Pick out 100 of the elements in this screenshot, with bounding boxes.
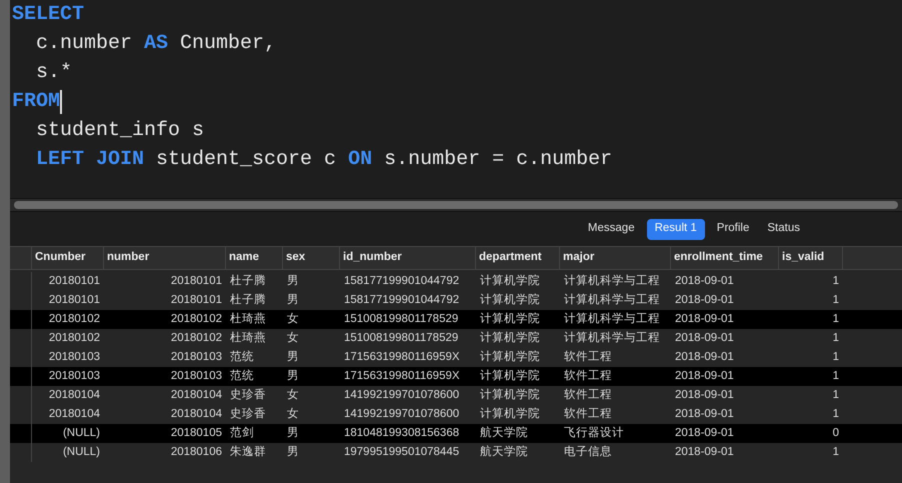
table-cell-text: 杜琦燕 xyxy=(230,330,266,346)
table-cell-text: 151008199801178529 xyxy=(344,312,458,327)
column-header[interactable]: enrollment_time xyxy=(671,247,779,269)
code-line: student_info s xyxy=(36,118,204,144)
column-header[interactable]: number xyxy=(104,247,226,269)
table-cell-text: 软件工程 xyxy=(564,368,612,384)
column-header[interactable]: department xyxy=(476,247,560,269)
table-cell-text: 1 xyxy=(832,312,839,327)
table-cell-text: 航天学院 xyxy=(480,425,528,441)
table-cell-text: 20180102 xyxy=(48,330,100,346)
table-cell-text: 20180101 xyxy=(48,292,100,308)
table-cell-text: 151008199801178529 xyxy=(344,330,458,346)
table-cell-text: 女 xyxy=(287,388,299,403)
column-header[interactable]: is_valid xyxy=(779,247,843,269)
table-cell-text: 0 xyxy=(832,426,839,441)
tab[interactable]: Result 1 xyxy=(646,218,705,240)
table-cell-text: 男 xyxy=(287,350,299,365)
table-cell-text: 男 xyxy=(287,274,299,289)
table-cell-text: 杜子腾 xyxy=(230,274,266,289)
table-cell-text: 范剑 xyxy=(230,426,254,441)
table-cell-text: 女 xyxy=(287,312,299,327)
table-cell-text: 20180105 xyxy=(170,426,222,441)
table-cell-text: 20180103 xyxy=(48,368,100,384)
column-header[interactable]: sex xyxy=(283,247,340,269)
table-cell-text: 2018-09-01 xyxy=(675,312,734,327)
table-cell-text: 男 xyxy=(287,426,299,441)
table-row[interactable]: (NULL) 20180105 范剑 男 181048199308156368 航天学院 飞行器设计 2018-09-01 0 xyxy=(10,424,902,443)
table-cell-text: 2018-09-01 xyxy=(675,368,734,384)
table-cell-text: 17156319980116959X xyxy=(344,350,460,365)
tab[interactable]: Status xyxy=(761,218,806,240)
table-cell-text: 20180101 xyxy=(170,274,222,289)
table-cell-text: 杜子腾 xyxy=(230,292,266,308)
table-cell-text: 197995199501078445 xyxy=(344,444,460,460)
table-cell-text: 软件工程 xyxy=(564,350,612,365)
table-cell-text: (NULL) xyxy=(62,426,100,441)
table-cell-text: 2018-09-01 xyxy=(675,330,734,346)
table-cell-text: 20180102 xyxy=(170,330,222,346)
table-cell-text: 2018-09-01 xyxy=(675,388,734,403)
table-cell-text: 20180102 xyxy=(170,312,222,327)
table-cell-text: 计算机科学与工程 xyxy=(564,330,660,346)
column-header[interactable]: name xyxy=(226,247,283,269)
code-line: SELECT xyxy=(12,2,84,28)
column-header[interactable]: id_number xyxy=(340,247,476,269)
tab[interactable]: Message xyxy=(582,218,641,240)
code-line: LEFT JOIN student_score c ON s.number = c.number xyxy=(36,147,612,173)
scrollbar[interactable] xyxy=(14,201,898,209)
table-cell-text: 计算机学院 xyxy=(480,388,540,403)
code-line: c.number AS Cnumber, xyxy=(36,31,276,57)
table-cell-text: 男 xyxy=(287,368,299,384)
table-cell-text: 20180104 xyxy=(48,406,100,422)
table-cell-text: 20180104 xyxy=(170,388,222,403)
table-cell-text: 141992199701078600 xyxy=(344,388,460,403)
table-cell-text: 2018-09-01 xyxy=(675,444,734,460)
table-cell-text: 男 xyxy=(287,444,299,460)
table-cell-text: 20180101 xyxy=(48,274,100,289)
tab[interactable]: Profile xyxy=(710,218,756,240)
table-cell-text: 20180102 xyxy=(48,312,100,327)
table-cell-text: 141992199701078600 xyxy=(344,406,460,422)
table-cell-text: 计算机学院 xyxy=(480,312,540,327)
table-cell-text: 20180103 xyxy=(170,368,222,384)
table-cell-text: 20180106 xyxy=(170,444,222,460)
table-cell-text: 女 xyxy=(287,406,299,422)
table-cell-text: 范统 xyxy=(230,368,254,384)
table-cell-text: 1 xyxy=(832,368,839,384)
column-header[interactable]: major xyxy=(560,247,671,269)
table-cell-text: 20180104 xyxy=(48,388,100,403)
table-cell-text: 软件工程 xyxy=(564,406,612,422)
table-cell-text: 1 xyxy=(832,406,839,422)
table-cell-text: 男 xyxy=(287,292,299,308)
table-cell-text: 计算机学院 xyxy=(480,292,540,308)
table-cell-text: 计算机学院 xyxy=(480,274,540,289)
table-row[interactable]: 20180102 20180102 杜琦燕 女 151008199801178529 计算机学院 计算机科学与工程 2018-09-01 1 xyxy=(10,310,902,329)
table-cell-text: 杜琦燕 xyxy=(230,312,266,327)
table-cell-text: 计算机学院 xyxy=(480,330,540,346)
table-cell-text: 158177199901044792 xyxy=(344,274,460,289)
table-cell-text: 1 xyxy=(832,330,839,346)
table-cell-text: 1 xyxy=(832,274,839,289)
table-cell-text: 飞行器设计 xyxy=(564,426,624,441)
table-cell-text: 电子信息 xyxy=(564,444,612,460)
table-row[interactable]: 20180103 20180103 范统 男 17156319980116959X 计算机学院 软件工程 2018-09-01 1 xyxy=(10,367,902,386)
table-cell-text: 20180103 xyxy=(170,350,222,365)
table-cell-text: 计算机科学与工程 xyxy=(564,312,660,327)
table-cell-text: 2018-09-01 xyxy=(675,274,734,289)
table-cell-text: 史珍香 xyxy=(230,388,266,403)
table-cell-text: 20180103 xyxy=(48,350,100,365)
table-cell-text: 158177199901044792 xyxy=(344,292,460,308)
table-cell-text: 1 xyxy=(832,444,839,460)
table-cell-text: 范统 xyxy=(230,350,254,365)
table-cell-text: 计算机学院 xyxy=(480,368,540,384)
table-cell-text: 2018-09-01 xyxy=(675,350,734,365)
table-cell-text: 计算机学院 xyxy=(480,350,540,365)
table-cell-text: 20180104 xyxy=(170,406,222,422)
table-cell-text: 2018-09-01 xyxy=(675,292,734,308)
table-cell-text: 2018-09-01 xyxy=(675,426,734,441)
table-cell-text: 1 xyxy=(832,350,839,365)
table-cell-text: 计算机科学与工程 xyxy=(564,292,660,308)
column-header[interactable]: Cnumber xyxy=(32,247,104,269)
table-cell-text: (NULL) xyxy=(62,444,100,460)
table-cell-text: 17156319980116959X xyxy=(344,368,460,384)
table-cell-text: 1 xyxy=(832,388,839,403)
